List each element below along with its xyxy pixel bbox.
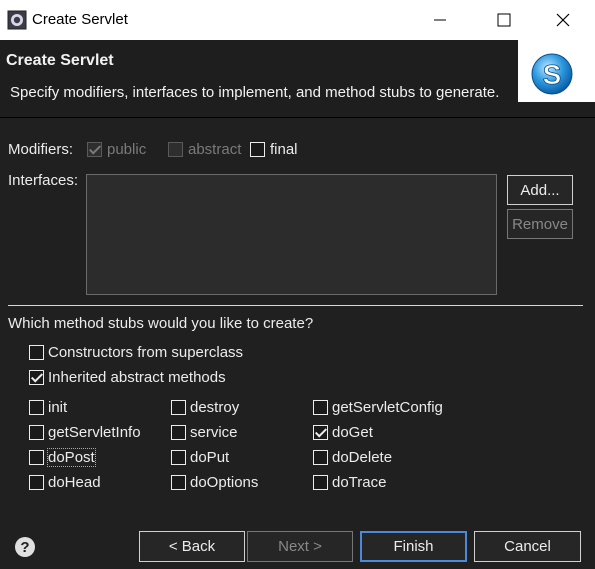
page-title: Create Servlet [6, 52, 114, 69]
dohead-checkbox[interactable] [29, 475, 44, 490]
minimize-icon [434, 19, 446, 21]
logo-letter: S [543, 59, 562, 90]
window-title: Create Servlet [32, 11, 128, 28]
final-label: final [270, 141, 298, 158]
wizard-body: Modifiers: public abstract final Interfa… [0, 118, 595, 510]
modifiers-label: Modifiers: [8, 141, 74, 158]
finish-button[interactable]: Finish [360, 531, 467, 562]
doput-checkbox[interactable] [171, 450, 186, 465]
dooptions-label: doOptions [190, 474, 259, 491]
maximize-button[interactable] [481, 0, 527, 40]
doput-label: doPut [190, 449, 230, 466]
doget-label: doGet [332, 424, 373, 441]
eclipse-icon [7, 10, 27, 30]
getservletinfo-label: getServletInfo [48, 424, 141, 441]
dotrace-label: doTrace [332, 474, 387, 491]
stubs-question: Which method stubs would you like to cre… [8, 315, 314, 332]
title-bar: Create Servlet [0, 0, 595, 40]
dodelete-checkbox[interactable] [313, 450, 328, 465]
public-label: public [107, 141, 147, 158]
next-button[interactable]: Next > [247, 531, 353, 562]
page-description: Specify modifiers, interfaces to impleme… [10, 84, 500, 101]
close-icon [556, 13, 570, 27]
getservletconfig-checkbox[interactable] [313, 400, 328, 415]
getservletconfig-label: getServletConfig [332, 399, 443, 416]
dopost-checkbox[interactable] [29, 450, 44, 465]
dodelete-label: doDelete [332, 449, 393, 466]
getservletinfo-checkbox[interactable] [29, 425, 44, 440]
help-icon[interactable]: ? [15, 537, 35, 557]
constructors-checkbox[interactable] [29, 345, 44, 360]
minimize-button[interactable] [417, 0, 463, 40]
maximize-icon [497, 13, 511, 27]
destroy-checkbox[interactable] [171, 400, 186, 415]
doget-checkbox[interactable] [313, 425, 328, 440]
remove-interface-button[interactable]: Remove [507, 209, 573, 239]
init-label: init [48, 399, 68, 416]
interfaces-label: Interfaces: [8, 172, 79, 189]
inherited-checkbox[interactable] [29, 370, 44, 385]
close-button[interactable] [540, 0, 586, 40]
inherited-label: Inherited abstract methods [48, 369, 226, 386]
service-label: service [190, 424, 238, 441]
service-checkbox[interactable] [171, 425, 186, 440]
dooptions-checkbox[interactable] [171, 475, 186, 490]
dohead-label: doHead [48, 474, 101, 491]
cancel-button[interactable]: Cancel [474, 531, 581, 562]
abstract-label: abstract [188, 141, 242, 158]
final-checkbox[interactable] [250, 142, 265, 157]
interfaces-list[interactable] [86, 174, 497, 295]
back-button[interactable]: < Back [139, 531, 245, 562]
constructors-label: Constructors from superclass [48, 344, 244, 361]
destroy-label: destroy [190, 399, 240, 416]
dotrace-checkbox[interactable] [313, 475, 328, 490]
init-checkbox[interactable] [29, 400, 44, 415]
logo-container: S [518, 40, 595, 102]
dopost-label: doPost [47, 448, 96, 467]
servlet-logo-icon: S [531, 53, 573, 95]
add-interface-button[interactable]: Add... [507, 175, 573, 205]
abstract-checkbox[interactable] [168, 142, 183, 157]
section-divider [8, 305, 583, 306]
wizard-footer: ? < Back Next > Finish Cancel [0, 510, 595, 569]
wizard-banner: Create Servlet Specify modifiers, interf… [0, 40, 595, 117]
public-checkbox[interactable] [87, 142, 102, 157]
